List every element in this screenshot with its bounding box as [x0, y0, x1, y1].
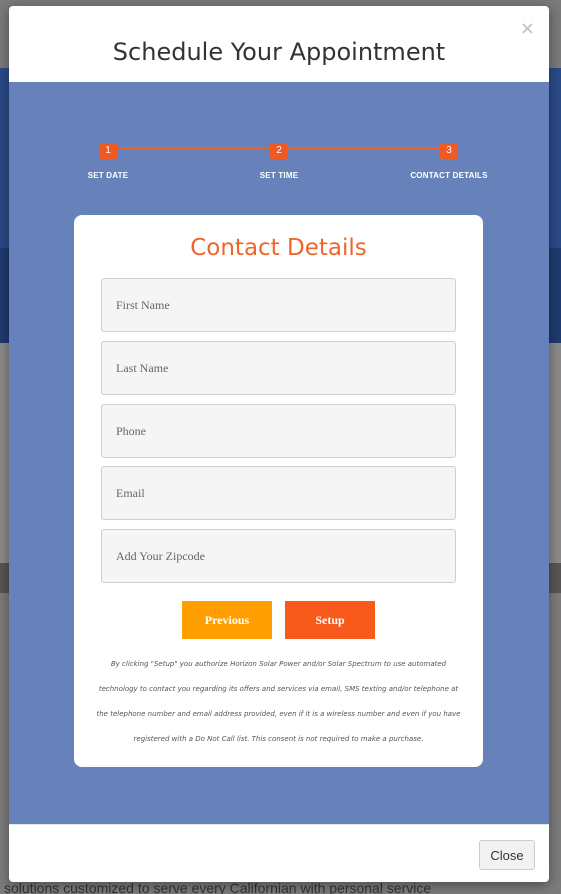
step-progress: 1 SET DATE 2 SET TIME 3 CONTACT DETAILS: [9, 140, 549, 190]
appointment-modal: Schedule Your Appointment × 1 SET DATE 2…: [9, 6, 549, 882]
modal-title: Schedule Your Appointment: [112, 38, 446, 66]
step-number-1: 1: [99, 143, 117, 159]
contact-details-title: Contact Details: [190, 235, 367, 261]
first-name-input[interactable]: [101, 278, 456, 332]
setup-button[interactable]: Setup: [285, 601, 375, 639]
close-button[interactable]: Close: [479, 840, 535, 870]
consent-text: By clicking "Setup" you authorize Horizo…: [96, 660, 461, 743]
step-label-3: CONTACT DETAILS: [410, 171, 488, 180]
step-label-2: SET TIME: [259, 171, 299, 180]
modal-body: 1 SET DATE 2 SET TIME 3 CONTACT DETAILS …: [9, 82, 549, 824]
zipcode-input[interactable]: [101, 529, 456, 583]
last-name-input[interactable]: [101, 341, 456, 395]
background-bottom-text: solutions customized to serve every Cali…: [4, 880, 432, 894]
step-number-3: 3: [440, 143, 458, 159]
phone-input[interactable]: [101, 404, 456, 458]
previous-button[interactable]: Previous: [182, 601, 272, 639]
step-set-time: 2 SET TIME: [219, 140, 339, 180]
close-icon[interactable]: ×: [520, 18, 535, 39]
modal-footer: Close: [9, 824, 549, 882]
step-contact-details: 3 CONTACT DETAILS: [389, 140, 509, 180]
step-label-1: SET DATE: [87, 171, 129, 180]
modal-header: Schedule Your Appointment ×: [9, 6, 549, 82]
step-set-date: 1 SET DATE: [48, 140, 168, 180]
email-input[interactable]: [101, 466, 456, 520]
contact-details-card: Contact Details Previous Setup By clicki…: [74, 215, 483, 767]
step-number-2: 2: [270, 143, 288, 159]
